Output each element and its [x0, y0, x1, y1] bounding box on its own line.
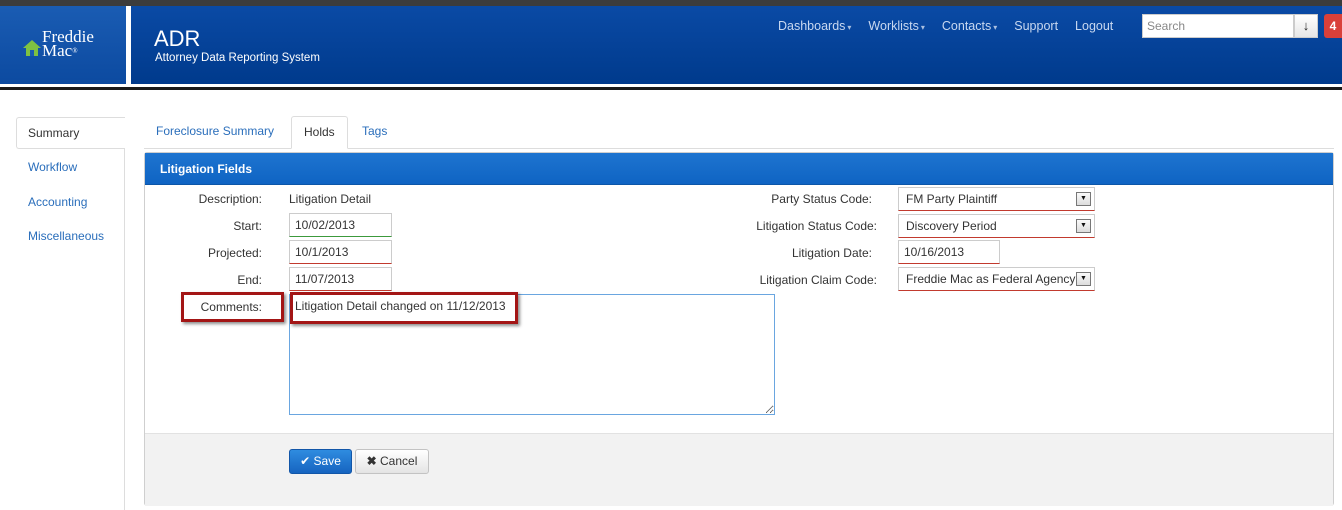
- panel-header: Litigation Fields: [145, 153, 1333, 185]
- house-icon: [23, 40, 41, 56]
- claim-code-label: Litigation Claim Code:: [759, 273, 877, 287]
- app-title: ADR: [154, 26, 201, 51]
- end-label: End:: [237, 273, 262, 287]
- description-value: Litigation Detail: [289, 192, 372, 206]
- start-date-field[interactable]: [289, 213, 392, 237]
- app-header: Freddie Mac® ADR Attorney Data Reporting…: [0, 6, 1342, 84]
- top-nav: Dashboards ▾ Worklists ▾ Contacts ▾ Support…: [778, 19, 1130, 33]
- nav-dashboards[interactable]: Dashboards ▾: [778, 19, 851, 33]
- nav-logout[interactable]: Logout: [1075, 19, 1113, 33]
- logo-separator: [126, 6, 131, 84]
- cancel-button[interactable]: ✖ Cancel: [355, 449, 429, 474]
- start-label: Start:: [233, 219, 262, 233]
- download-arrow-icon: ↓: [1302, 18, 1310, 33]
- nav-contacts[interactable]: Contacts ▾: [942, 19, 997, 33]
- logo-wordmark: Freddie Mac®: [42, 27, 94, 60]
- close-icon: ✖: [366, 454, 377, 468]
- comments-label-highlight: [181, 292, 284, 322]
- projected-date-field[interactable]: [289, 240, 392, 264]
- comments-text-highlight: [290, 292, 518, 324]
- description-label: Description:: [198, 192, 262, 206]
- leftnav-border: [124, 117, 125, 510]
- claim-code-select[interactable]: Freddie Mac as Federal Agency ▼: [898, 267, 1095, 291]
- freddie-mac-logo[interactable]: Freddie Mac®: [0, 6, 126, 84]
- app-subtitle: Attorney Data Reporting System: [155, 52, 320, 64]
- search-button[interactable]: ↓: [1294, 14, 1318, 38]
- tab-foreclosure-summary[interactable]: Foreclosure Summary: [156, 124, 274, 138]
- nav-support[interactable]: Support: [1014, 19, 1058, 33]
- dropdown-arrow-icon[interactable]: ▼: [1076, 219, 1091, 233]
- save-button[interactable]: ✔ Save: [289, 449, 352, 474]
- header-divider-dark: [0, 87, 1342, 90]
- chevron-down-icon: ▾: [847, 23, 852, 32]
- chevron-down-icon: ▾: [993, 23, 998, 32]
- notification-badge[interactable]: 4: [1324, 14, 1342, 38]
- panel-title: Litigation Fields: [160, 162, 252, 176]
- party-status-label: Party Status Code:: [771, 192, 872, 206]
- dropdown-arrow-icon[interactable]: ▼: [1076, 192, 1091, 206]
- leftnav-item-accounting[interactable]: Accounting: [28, 195, 87, 209]
- end-date-field[interactable]: [289, 267, 392, 291]
- litigation-status-select[interactable]: Discovery Period ▼: [898, 214, 1095, 238]
- leftnav-item-summary[interactable]: Summary: [16, 117, 125, 149]
- checkmark-icon: ✔: [300, 454, 311, 468]
- projected-label: Projected:: [207, 246, 262, 260]
- search-input[interactable]: [1142, 14, 1294, 38]
- tab-tags[interactable]: Tags: [362, 124, 387, 138]
- litigation-date-label: Litigation Date:: [791, 246, 872, 260]
- litigation-status-label: Litigation Status Code:: [756, 219, 877, 233]
- leftnav-item-miscellaneous[interactable]: Miscellaneous: [28, 229, 104, 243]
- chevron-down-icon: ▾: [920, 23, 925, 32]
- party-status-select[interactable]: FM Party Plaintiff ▼: [898, 187, 1095, 211]
- dropdown-arrow-icon[interactable]: ▼: [1076, 272, 1091, 286]
- litigation-date-field[interactable]: [898, 240, 1000, 264]
- tab-holds[interactable]: Holds: [291, 116, 348, 149]
- leftnav-item-workflow[interactable]: Workflow: [28, 160, 77, 174]
- nav-worklists[interactable]: Worklists ▾: [868, 19, 924, 33]
